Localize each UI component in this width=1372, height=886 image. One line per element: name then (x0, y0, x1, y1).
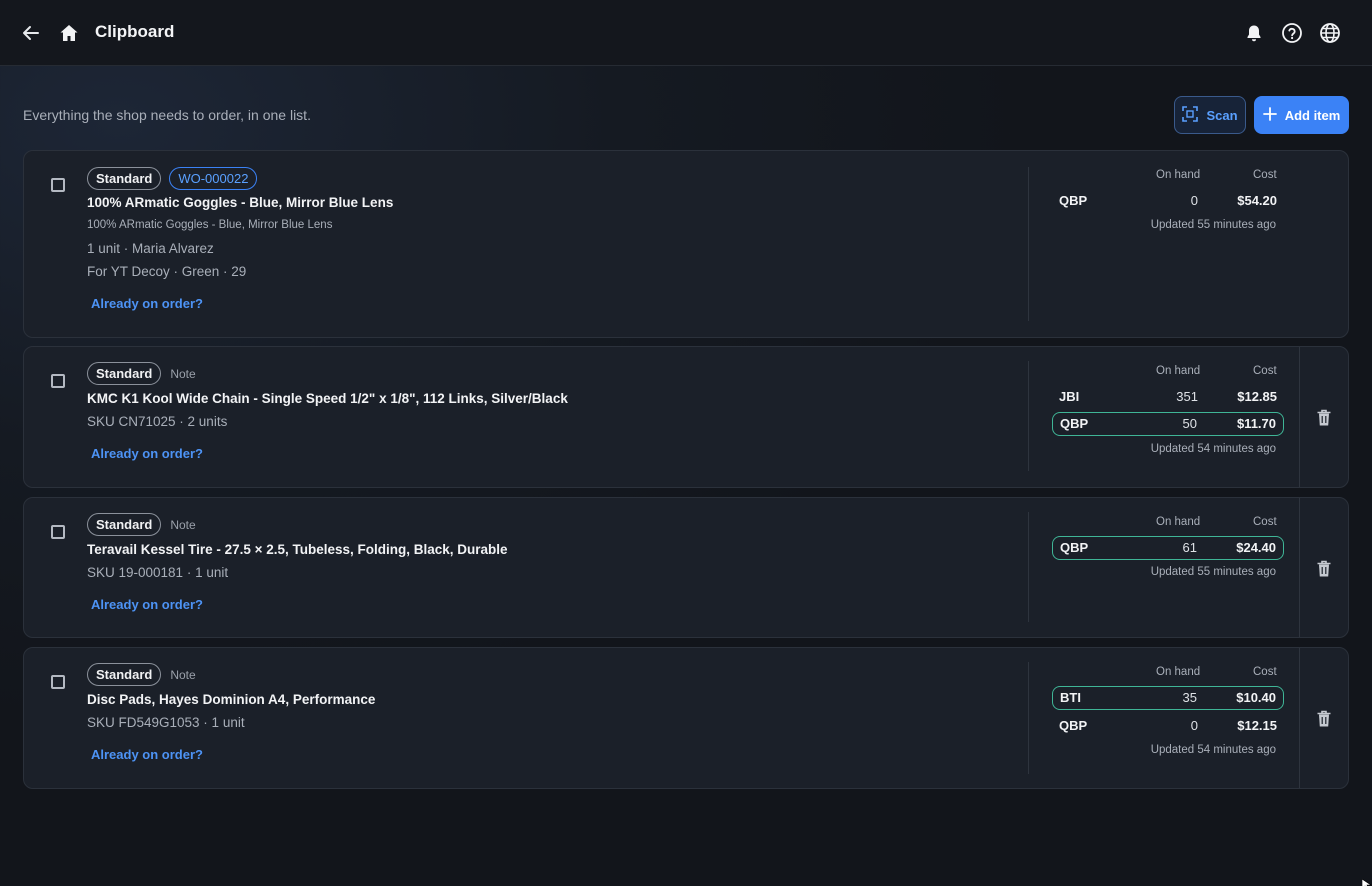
standard-badge: Standard (87, 663, 162, 686)
cost-header: Cost (1253, 365, 1277, 377)
top-bar: Clipboard (0, 0, 1372, 66)
vendor-cost: $24.40 (1236, 540, 1276, 555)
vendor-on-hand: 61 (1182, 540, 1197, 555)
vendor-on-hand: 351 (1176, 389, 1198, 404)
cost-header: Cost (1253, 169, 1277, 181)
item-name: Teravail Kessel Tire - 27.5 × 2.5, Tubel… (87, 542, 508, 557)
vendor-name: QBP (1060, 540, 1089, 555)
trash-icon[interactable] (1316, 409, 1332, 427)
trash-icon[interactable] (1316, 710, 1332, 728)
vendor-cost: $12.85 (1237, 389, 1277, 404)
globe-icon[interactable] (1318, 21, 1342, 45)
standard-badge: Standard (87, 362, 162, 385)
item-checkbox[interactable] (51, 525, 65, 539)
note-label[interactable]: Note (170, 367, 195, 381)
vendor-name: QBP (1059, 718, 1088, 733)
scan-button[interactable]: Scan (1174, 96, 1246, 134)
item-checkbox[interactable] (51, 178, 65, 192)
order-item-card: Standard Note KMC K1 Kool Wide Chain - S… (23, 346, 1349, 488)
scan-button-label: Scan (1206, 107, 1238, 123)
item-name: 100% ARmatic Goggles - Blue, Mirror Blue… (87, 195, 394, 210)
column-divider (1028, 662, 1029, 774)
vendor-on-hand: 0 (1190, 193, 1198, 208)
vendor-cost: $54.20 (1237, 193, 1277, 208)
item-meta: SKU 19-000181 · 1 unit (87, 565, 229, 580)
on-hand-header: On hand (1156, 516, 1201, 528)
vendor-row[interactable]: QBP 0 $54.20 (1052, 189, 1284, 213)
help-icon[interactable] (1280, 21, 1304, 45)
item-subname: 100% ARmatic Goggles - Blue, Mirror Blue… (87, 219, 333, 231)
home-icon[interactable] (57, 21, 81, 45)
already-on-order-link[interactable]: Already on order? (91, 446, 203, 461)
on-hand-header: On hand (1156, 365, 1201, 377)
page-title: Clipboard (95, 22, 175, 41)
standard-badge: Standard (87, 513, 162, 536)
updated-timestamp: Updated 54 minutes ago (1150, 744, 1276, 756)
vendor-name: BTI (1060, 690, 1081, 705)
item-name: KMC K1 Kool Wide Chain - Single Speed 1/… (87, 391, 568, 406)
column-divider (1028, 167, 1029, 321)
column-divider (1028, 361, 1029, 471)
column-divider (1299, 347, 1300, 487)
vendor-on-hand: 35 (1182, 690, 1197, 705)
vendor-name: QBP (1059, 193, 1088, 208)
vendor-row[interactable]: JBI 351 $12.85 (1052, 385, 1284, 409)
on-hand-header: On hand (1156, 666, 1201, 678)
item-meta: 1 unit · Maria Alvarez (87, 241, 214, 256)
vendor-on-hand: 50 (1182, 416, 1197, 431)
cost-header: Cost (1253, 516, 1277, 528)
column-divider (1028, 512, 1029, 622)
order-item-card: Standard Note Teravail Kessel Tire - 27.… (23, 497, 1349, 638)
trash-icon[interactable] (1316, 560, 1332, 578)
add-item-button-label: Add item (1284, 107, 1341, 123)
item-meta-bike: For YT Decoy · Green · 29 (87, 264, 247, 279)
vendor-row-selected[interactable]: QBP 61 $24.40 (1052, 536, 1284, 560)
bell-icon[interactable] (1242, 21, 1266, 45)
note-label[interactable]: Note (170, 518, 195, 532)
vendor-name: QBP (1060, 416, 1089, 431)
already-on-order-link[interactable]: Already on order? (91, 597, 203, 612)
item-meta: SKU FD549G1053 · 1 unit (87, 715, 245, 730)
updated-timestamp: Updated 54 minutes ago (1150, 443, 1276, 455)
vendor-on-hand: 0 (1190, 718, 1198, 733)
back-arrow-icon[interactable] (19, 21, 43, 45)
vendor-row-selected[interactable]: BTI 35 $10.40 (1052, 686, 1284, 710)
vendor-name: JBI (1059, 389, 1080, 404)
page-subtitle: Everything the shop needs to order, in o… (23, 107, 311, 123)
already-on-order-link[interactable]: Already on order? (91, 747, 203, 762)
item-meta: SKU CN71025 · 2 units (87, 414, 228, 429)
on-hand-header: On hand (1156, 169, 1201, 181)
item-name: Disc Pads, Hayes Dominion A4, Performanc… (87, 692, 376, 707)
vendor-cost: $12.15 (1237, 718, 1277, 733)
item-checkbox[interactable] (51, 675, 65, 689)
order-item-card: Standard WO-000022 100% ARmatic Goggles … (23, 150, 1349, 338)
vendor-cost: $10.40 (1236, 690, 1276, 705)
order-item-card: Standard Note Disc Pads, Hayes Dominion … (23, 647, 1349, 789)
vendor-cost: $11.70 (1236, 416, 1276, 431)
column-divider (1299, 498, 1300, 637)
add-item-button[interactable]: Add item (1254, 96, 1349, 134)
vendor-row[interactable]: QBP 0 $12.15 (1052, 714, 1284, 738)
updated-timestamp: Updated 55 minutes ago (1150, 219, 1276, 231)
mouse-cursor-icon (1361, 876, 1372, 886)
vendor-row-selected[interactable]: QBP 50 $11.70 (1052, 412, 1284, 436)
cost-header: Cost (1253, 666, 1277, 678)
updated-timestamp: Updated 55 minutes ago (1150, 566, 1276, 578)
work-order-badge[interactable]: WO-000022 (169, 167, 258, 190)
item-checkbox[interactable] (51, 374, 65, 388)
scan-icon (1182, 105, 1199, 125)
plus-icon (1262, 106, 1277, 124)
already-on-order-link[interactable]: Already on order? (91, 296, 203, 311)
standard-badge: Standard (87, 167, 162, 190)
column-divider (1299, 648, 1300, 788)
note-label[interactable]: Note (170, 668, 195, 682)
